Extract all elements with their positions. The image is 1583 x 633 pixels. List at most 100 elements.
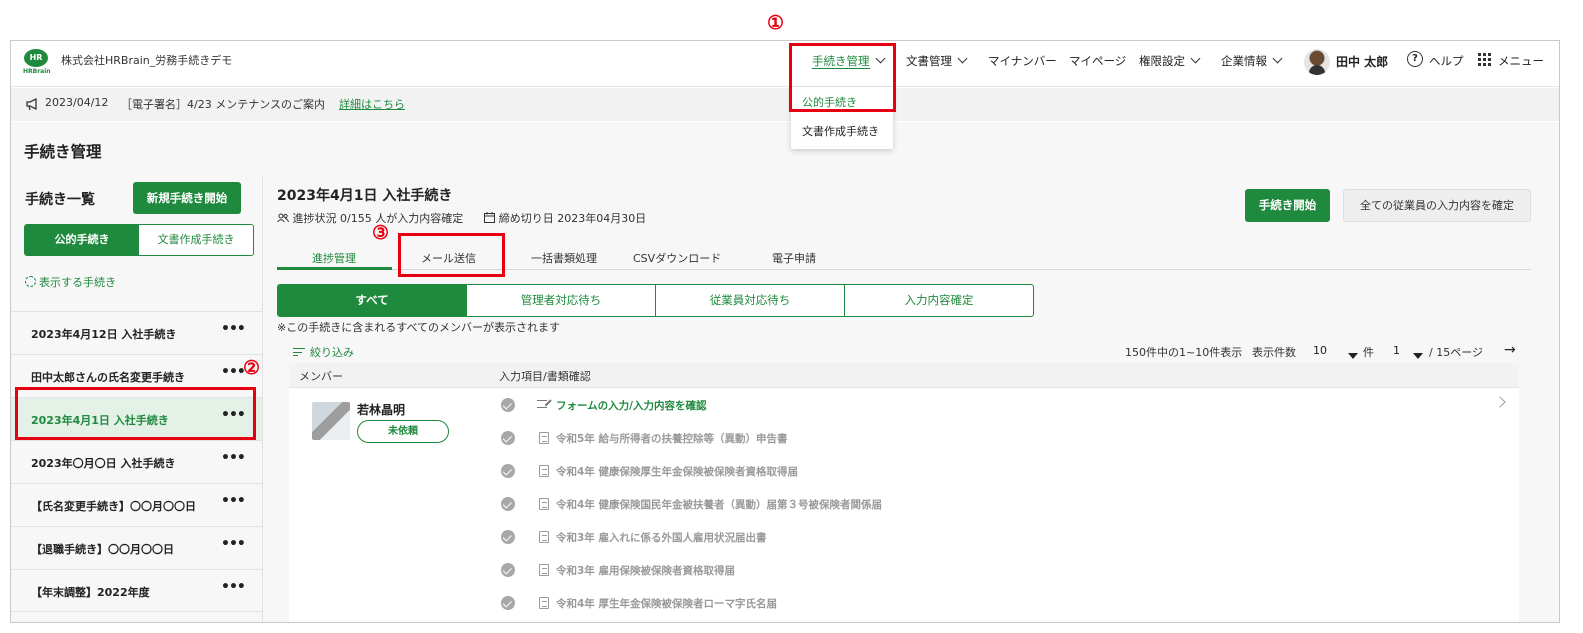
filter-employee-pending[interactable]: 従業員対応待ち bbox=[655, 285, 844, 316]
more-icon[interactable]: ••• bbox=[221, 364, 246, 380]
tab-progress[interactable]: 進捗管理 bbox=[312, 250, 356, 266]
column-items: 入力項目/書類確認 bbox=[499, 370, 591, 383]
user-avatar[interactable] bbox=[1304, 49, 1330, 75]
tab-public-procedures[interactable]: 公的手続き bbox=[25, 225, 139, 255]
nav-company-info[interactable]: 企業情報 bbox=[1221, 53, 1283, 69]
app-window: HR HRBrain 株式会社HRBrain_労務手続きデモ 手続き管理 文書管… bbox=[10, 40, 1560, 623]
announcement-text: ［電子署名］4/23 メンテナンスのご案内 bbox=[121, 98, 325, 111]
help-link[interactable]: ヘルプ bbox=[1429, 53, 1464, 69]
megaphone-icon bbox=[26, 97, 37, 111]
annotation-number-2: ② bbox=[243, 357, 261, 379]
document-icon bbox=[539, 465, 549, 477]
sidebar-item[interactable]: 【氏名変更手続き】〇〇月〇〇日 ••• bbox=[11, 483, 262, 526]
document-icon bbox=[539, 498, 549, 510]
form-edit-icon bbox=[537, 399, 552, 411]
nav-mypage[interactable]: マイページ bbox=[1069, 53, 1126, 69]
annotation-box-3 bbox=[398, 233, 505, 277]
sidebar-item[interactable]: 【年末調整】2022年度 ••• bbox=[11, 569, 262, 612]
chevron-down-icon bbox=[957, 53, 968, 64]
member-name[interactable]: 若林晶明 bbox=[357, 401, 405, 418]
total-pages: / 15ページ bbox=[1429, 346, 1483, 359]
check-icon bbox=[501, 497, 515, 511]
document-item[interactable]: 令和5年 給与所得者の扶養控除等（異動）申告書 bbox=[556, 431, 787, 446]
more-icon[interactable]: ••• bbox=[221, 450, 246, 466]
menu-link[interactable]: メニュー bbox=[1498, 53, 1544, 69]
check-icon bbox=[501, 563, 515, 577]
more-icon[interactable]: ••• bbox=[221, 493, 246, 509]
document-item[interactable]: 令和4年 健康保険国民年金被扶養者（異動）届第３号被保険者関係届 bbox=[556, 497, 882, 512]
logo-mark: HR bbox=[24, 49, 48, 67]
sidebar-item-label: 【退職手続き】〇〇月〇〇日 bbox=[31, 543, 174, 556]
document-item[interactable]: 令和4年 厚生年金保険被保険者ローマ字氏名届 bbox=[556, 596, 777, 611]
tab-csv-download[interactable]: CSVダウンロード bbox=[633, 250, 721, 266]
member-photo bbox=[312, 402, 350, 440]
nav-company-info-label: 企業情報 bbox=[1221, 54, 1267, 68]
narrow-down-button[interactable]: 絞り込み bbox=[293, 344, 354, 360]
nav-permissions[interactable]: 権限設定 bbox=[1139, 53, 1201, 69]
grid-menu-icon[interactable] bbox=[1478, 53, 1491, 66]
filter-confirmed[interactable]: 入力内容確定 bbox=[844, 285, 1033, 316]
form-input-link[interactable]: フォームの入力/入力内容を確認 bbox=[556, 398, 707, 413]
sidebar-item[interactable]: 2023年4月12日 入社手続き ••• bbox=[11, 311, 262, 354]
table-header: メンバー 入力項目/書類確認 bbox=[289, 363, 1519, 388]
user-name[interactable]: 田中 太郎 bbox=[1336, 53, 1388, 70]
nav-documents[interactable]: 文書管理 bbox=[906, 53, 968, 69]
hrbrain-logo[interactable]: HR HRBrain bbox=[23, 49, 51, 77]
logo-wordmark: HRBrain bbox=[23, 68, 51, 75]
sidebar-item[interactable]: 【退職手続き】〇〇月〇〇日 ••• bbox=[11, 526, 262, 569]
start-procedure-button[interactable]: 手続き開始 bbox=[1245, 189, 1330, 222]
pager-summary: 150件中の1~10件表示 bbox=[1125, 346, 1243, 359]
per-page-value: 10 bbox=[1313, 344, 1327, 357]
nav-documents-label: 文書管理 bbox=[906, 54, 952, 68]
nav-mypage-label: マイページ bbox=[1069, 54, 1127, 68]
annotation-number-1: ① bbox=[767, 12, 785, 34]
procedure-title: 2023年4月1日 入社手続き bbox=[277, 188, 453, 204]
more-icon[interactable]: ••• bbox=[221, 536, 246, 552]
annotation-number-3: ③ bbox=[372, 222, 390, 244]
help-icon[interactable]: ? bbox=[1407, 51, 1423, 67]
document-item[interactable]: 令和3年 雇入れに係る外国人雇用状況届出書 bbox=[556, 530, 766, 545]
annotation-box-1 bbox=[789, 43, 896, 112]
document-item[interactable]: 令和3年 雇用保険被保険者資格取得届 bbox=[556, 563, 735, 578]
next-page-icon[interactable]: → bbox=[1504, 342, 1516, 358]
sidebar-item[interactable]: 2023年〇月〇日 入社手続き ••• bbox=[11, 440, 262, 483]
tab-document-procedures[interactable]: 文書作成手続き bbox=[139, 225, 253, 255]
per-page-unit: 件 bbox=[1363, 346, 1374, 359]
sidebar-title: 手続き一覧 bbox=[25, 192, 95, 208]
announcement-details-link[interactable]: 詳細はこちら bbox=[339, 96, 405, 112]
check-icon bbox=[501, 596, 515, 610]
filter-all[interactable]: すべて bbox=[278, 285, 466, 316]
document-item[interactable]: 令和4年 健康保険厚生年金保険被保険者資格取得届 bbox=[556, 464, 798, 479]
sidebar-item-label: 2023年4月12日 入社手続き bbox=[31, 328, 177, 341]
procedure-type-toggle: 公的手続き 文書作成手続き bbox=[24, 224, 254, 256]
sidebar-item-label: 【氏名変更手続き】〇〇月〇〇日 bbox=[31, 500, 196, 513]
status-badge: 未依頼 bbox=[357, 420, 449, 443]
dropdown-triangle-icon[interactable] bbox=[1344, 348, 1362, 362]
filter-note: ※この手続きに含まれるすべてのメンバーが表示されます bbox=[277, 321, 561, 334]
tab-e-filing[interactable]: 電子申請 bbox=[772, 250, 816, 266]
tab-bulk-documents[interactable]: 一括書類処理 bbox=[531, 250, 597, 266]
more-icon[interactable]: ••• bbox=[221, 579, 246, 595]
status-filter: すべて 管理者対応待ち 従業員対応待ち 入力内容確定 bbox=[277, 284, 1034, 317]
new-procedure-button[interactable]: 新規手続き開始 bbox=[133, 182, 241, 214]
document-icon bbox=[539, 432, 549, 444]
display-procedures-link[interactable]: 表示する手続き bbox=[25, 274, 116, 290]
nav-mynumber-label: マイナンバー bbox=[988, 54, 1057, 68]
more-icon[interactable]: ••• bbox=[221, 321, 246, 337]
chevron-down-icon bbox=[1272, 53, 1283, 64]
sidebar-item-label: 田中太郎さんの氏名変更手続き bbox=[31, 371, 185, 384]
dropdown-item-document[interactable]: 文書作成手続き bbox=[802, 123, 879, 139]
document-icon bbox=[539, 564, 549, 576]
annotation-box-2 bbox=[15, 387, 256, 440]
table-row[interactable] bbox=[289, 388, 1519, 622]
filter-admin-pending[interactable]: 管理者対応待ち bbox=[466, 285, 655, 316]
document-icon bbox=[539, 531, 549, 543]
dropdown-triangle-icon[interactable] bbox=[1409, 348, 1427, 362]
confirm-all-button[interactable]: 全ての従業員の入力内容を確定 bbox=[1343, 189, 1531, 222]
nav-mynumber[interactable]: マイナンバー bbox=[988, 53, 1057, 69]
company-name: 株式会社HRBrain_労務手続きデモ bbox=[61, 54, 233, 67]
page-value: 1 bbox=[1393, 344, 1400, 357]
deadline: 締め切り日 2023年04月30日 bbox=[498, 212, 647, 225]
announcement-date: 2023/04/12 bbox=[45, 96, 109, 109]
gear-icon bbox=[25, 276, 36, 287]
